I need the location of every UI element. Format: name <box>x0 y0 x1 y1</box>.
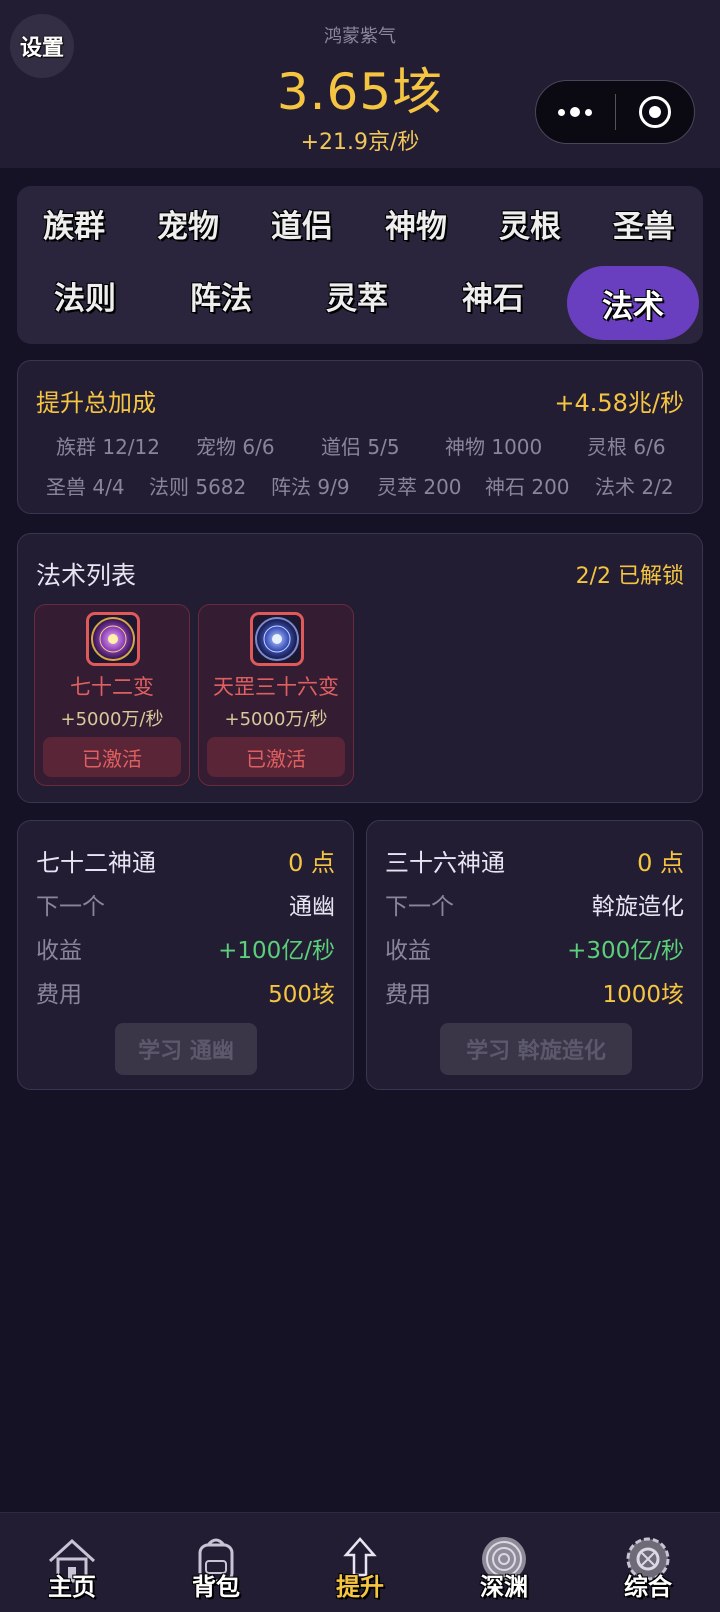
tab-linggen[interactable]: 灵根 <box>473 186 587 260</box>
nav-abyss[interactable]: 深渊 <box>432 1513 576 1612</box>
tab-zuqun[interactable]: 族群 <box>17 186 131 260</box>
nav-home[interactable]: 主页 <box>0 1513 144 1612</box>
tab-chongwu[interactable]: 宠物 <box>131 186 245 260</box>
nav-label: 综合 <box>624 1573 672 1601</box>
spell-list-title: 法术列表 <box>36 561 137 590</box>
category-tabs: 族群 宠物 道侣 神物 灵根 圣兽 法则 阵法 灵萃 神石 法术 <box>17 186 703 344</box>
skill-card-36: 三十六神通 0 点 下一个 斡旋造化 收益 +300亿/秒 费用 1000垓 学… <box>366 820 703 1090</box>
nav-backpack[interactable]: 背包 <box>144 1513 288 1612</box>
next-value: 通幽 <box>289 894 335 920</box>
spell-name: 天罡三十六变 <box>213 675 339 699</box>
tab-daolv[interactable]: 道侣 <box>245 186 359 260</box>
bonus-stat: 灵萃 200 <box>377 475 462 499</box>
income-value: +300亿/秒 <box>567 938 684 964</box>
tab-shenshi[interactable]: 神石 <box>425 258 561 332</box>
target-icon <box>638 96 671 128</box>
cost-value: 500垓 <box>268 982 335 1008</box>
nav-label: 背包 <box>192 1573 240 1601</box>
income-value: +100亿/秒 <box>218 938 335 964</box>
skill-points: 0 点 <box>288 849 335 877</box>
total-bonus-value: +4.58兆/秒 <box>554 389 684 417</box>
learn-button[interactable]: 学习 斡旋造化 <box>440 1023 632 1075</box>
next-label: 下一个 <box>385 894 454 920</box>
tab-shengshou[interactable]: 圣兽 <box>587 186 701 260</box>
bonus-stat: 神石 200 <box>485 475 570 499</box>
income-label: 收益 <box>36 938 82 964</box>
tab-faze[interactable]: 法则 <box>17 258 153 332</box>
learn-button[interactable]: 学习 通幽 <box>115 1023 257 1075</box>
nav-upgrade[interactable]: 提升 <box>288 1513 432 1612</box>
cost-value: 1000垓 <box>602 982 684 1008</box>
more-menu-button[interactable] <box>536 81 615 143</box>
nav-label: 提升 <box>336 1573 384 1601</box>
bonus-stat: 圣兽 4/4 <box>46 475 125 499</box>
bonus-stat: 宠物 6/6 <box>196 435 275 459</box>
nav-label: 主页 <box>48 1573 96 1601</box>
spell-list-card: 法术列表 2/2 已解锁 七十二变 +5000万/秒 已激活 天罡三十六变 +5… <box>17 533 703 803</box>
cost-label: 费用 <box>36 982 82 1008</box>
skill-card-72: 七十二神通 0 点 下一个 通幽 收益 +100亿/秒 费用 500垓 学习 通… <box>17 820 354 1090</box>
bonus-stat: 法则 5682 <box>149 475 247 499</box>
spell-rate: +5000万/秒 <box>224 709 328 730</box>
spell-card[interactable]: 七十二变 +5000万/秒 已激活 <box>34 604 190 786</box>
tab-fashu[interactable]: 法术 <box>567 266 699 340</box>
close-miniprogram-button[interactable] <box>616 81 695 143</box>
bonus-stat: 族群 12/12 <box>56 435 160 459</box>
next-value: 斡旋造化 <box>592 894 684 920</box>
bonus-stat: 灵根 6/6 <box>587 435 666 459</box>
miniprogram-capsule <box>535 80 695 144</box>
income-label: 收益 <box>385 938 431 964</box>
tab-shenwu[interactable]: 神物 <box>359 186 473 260</box>
tab-lingcui[interactable]: 灵萃 <box>289 258 425 332</box>
total-bonus-card: 提升总加成 +4.58兆/秒 族群 12/12 宠物 6/6 道侣 5/5 神物… <box>17 360 703 514</box>
spell-status-badge: 已激活 <box>43 737 181 777</box>
spell-36-icon <box>250 612 304 666</box>
resource-name: 鸿蒙紫气 <box>324 26 396 47</box>
bonus-stat: 道侣 5/5 <box>321 435 400 459</box>
bonus-stat: 阵法 9/9 <box>271 475 350 499</box>
spell-72-icon <box>86 612 140 666</box>
skill-points: 0 点 <box>637 849 684 877</box>
nav-misc[interactable]: 综合 <box>576 1513 720 1612</box>
next-label: 下一个 <box>36 894 105 920</box>
total-bonus-title: 提升总加成 <box>36 389 156 417</box>
spell-unlock-count: 2/2 已解锁 <box>575 564 684 589</box>
spell-rate: +5000万/秒 <box>60 709 164 730</box>
nav-label: 深渊 <box>480 1573 528 1601</box>
spell-card[interactable]: 天罡三十六变 +5000万/秒 已激活 <box>198 604 354 786</box>
cost-label: 费用 <box>385 982 431 1008</box>
bonus-stat: 法术 2/2 <box>595 475 674 499</box>
more-dots-icon <box>558 108 566 116</box>
skill-title: 七十二神通 <box>36 849 156 877</box>
tab-zhenfa[interactable]: 阵法 <box>153 258 289 332</box>
skill-title: 三十六神通 <box>385 849 505 877</box>
bottom-nav: 主页 背包 提升 深渊 综合 <box>0 1512 720 1612</box>
bonus-stat: 神物 1000 <box>445 435 543 459</box>
header: 设置 鸿蒙紫气 3.65垓 +21.9京/秒 <box>0 0 720 168</box>
spell-name: 七十二变 <box>70 675 154 699</box>
spell-status-badge: 已激活 <box>207 737 345 777</box>
